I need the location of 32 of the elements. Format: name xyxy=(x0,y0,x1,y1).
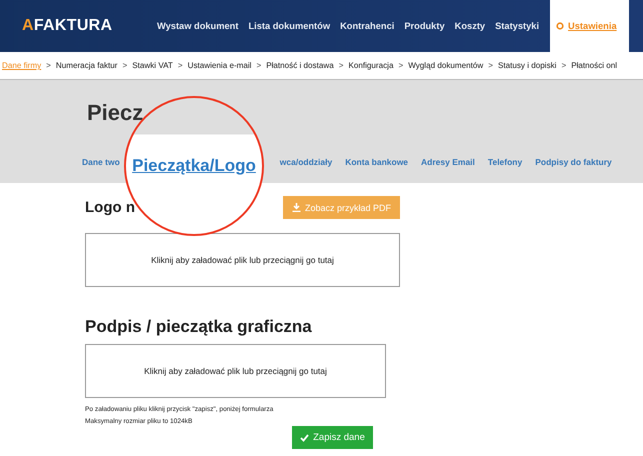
nav-item[interactable]: Statystyki xyxy=(490,0,544,52)
separator: > xyxy=(398,61,404,70)
logo[interactable]: AFAKTURA xyxy=(0,0,152,52)
breadcrumb-link[interactable]: Stawki VAT xyxy=(132,61,173,70)
breadcrumb-link[interactable]: Płatności onl xyxy=(571,61,618,70)
breadcrumb-link[interactable]: Numeracja faktur xyxy=(56,61,118,70)
settings-icon xyxy=(556,22,564,30)
separator: > xyxy=(46,61,51,70)
breadcrumb-link[interactable]: Statusy i dopiski xyxy=(498,61,556,70)
check-icon xyxy=(300,434,310,442)
separator: > xyxy=(122,61,128,70)
nav-item[interactable]: Koszty xyxy=(450,0,490,52)
section-heading: Podpis / pieczątka graficzna xyxy=(85,317,312,337)
separator: > xyxy=(488,61,493,70)
section-heading: Logo n xyxy=(85,199,135,216)
breadcrumb-link[interactable]: Konfiguracja xyxy=(348,61,394,70)
breadcrumb-link[interactable]: Wygląd dokumentów xyxy=(408,61,484,70)
nav-item[interactable]: Wystaw dokument xyxy=(152,0,244,52)
nav-item[interactable]: Lista dokumentów xyxy=(243,0,336,52)
nav-item[interactable]: Kontrahenci xyxy=(335,0,400,52)
breadcrumb-link[interactable]: Płatność i dostawa xyxy=(266,61,334,70)
page-title: Piecz xyxy=(87,100,144,127)
separator: > xyxy=(561,61,566,70)
breadcrumb-link[interactable]: Ustawienia e-mail xyxy=(188,61,252,70)
upload-dropzone[interactable]: Kliknij aby załadować plik lub przeciągnij go tutaj xyxy=(85,344,386,398)
separator: > xyxy=(256,61,262,70)
separator: > xyxy=(178,61,183,70)
upload-dropzone[interactable]: Kliknij aby załadować plik lub przeciągnij go tutaj xyxy=(85,233,400,287)
separator: > xyxy=(338,61,344,70)
nav-item[interactable]: Produkty xyxy=(399,0,450,52)
download-icon xyxy=(292,203,301,212)
tab-link[interactable]: Pieczątka/Logo xyxy=(132,156,256,176)
